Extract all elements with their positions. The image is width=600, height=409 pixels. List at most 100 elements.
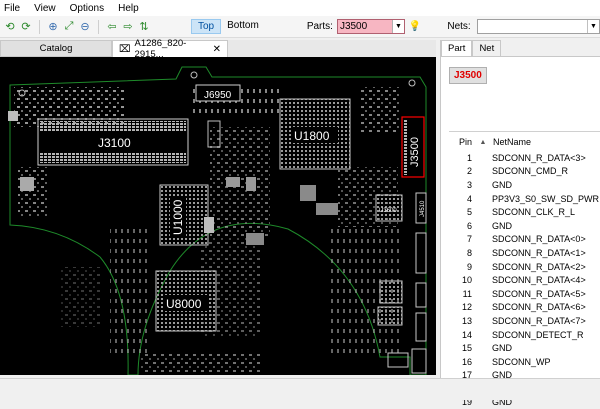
column-netname[interactable]: NetName <box>493 137 531 147</box>
parts-search-input[interactable]: J3500 ▼ <box>336 19 405 34</box>
net-name: SDCONN_R_DATA<7> <box>492 315 586 326</box>
pin-table: 1 SDCONN_R_DATA<3> 2 SDCONN_CMD_R 3 GND 4 PP3V3… <box>449 151 600 409</box>
label-u1800: U1800 <box>294 129 330 143</box>
table-row[interactable]: 11 SDCONN_R_DATA<5> <box>449 287 600 301</box>
back-icon[interactable]: ⇦ <box>105 20 119 34</box>
side-bottom-button[interactable]: Bottom <box>221 19 265 34</box>
menu-options[interactable]: Options <box>70 3 104 14</box>
table-row[interactable]: 16 SDCONN_WP <box>449 355 600 369</box>
table-row[interactable]: 9 SDCONN_R_DATA<2> <box>449 260 600 274</box>
net-name: SDCONN_CMD_R <box>492 166 569 177</box>
net-name: SDCONN_R_DATA<5> <box>492 288 586 299</box>
selected-part-badge: J3500 <box>449 67 487 84</box>
table-row[interactable]: 15 GND <box>449 341 600 355</box>
column-pin[interactable]: Pin <box>449 137 473 147</box>
menu-view[interactable]: View <box>34 3 56 14</box>
table-row[interactable]: 12 SDCONN_R_DATA<6> <box>449 301 600 315</box>
pin-number: 5 <box>466 207 472 218</box>
table-row[interactable]: 13 SDCONN_R_DATA<7> <box>449 314 600 328</box>
net-name: SDCONN_R_DATA<4> <box>492 275 586 286</box>
tab-catalog-label: Catalog <box>39 43 73 54</box>
net-name: GND <box>492 343 512 354</box>
forward-icon[interactable]: ⇨ <box>121 20 135 34</box>
label-j6950: J6950 <box>204 90 232 101</box>
pin-number: 9 <box>466 261 472 272</box>
label-u3600: U3600 <box>379 208 397 214</box>
net-name: GND <box>492 220 512 231</box>
toolbar-divider <box>39 19 40 34</box>
part-info-panel: Part Net J3500 Pin ▲ NetName 1 SDCONN_R_D… <box>440 40 600 407</box>
table-row[interactable]: 2 SDCONN_CMD_R <box>449 165 600 179</box>
label-j4510: J4510 <box>420 200 426 217</box>
menu-help[interactable]: Help <box>118 3 139 14</box>
chevron-down-icon[interactable]: ▼ <box>587 20 599 33</box>
zoom-out-icon[interactable]: ⊖ <box>78 20 92 34</box>
close-icon[interactable]: ✕ <box>213 44 221 55</box>
pin-number: 8 <box>466 247 472 258</box>
status-bar <box>0 378 600 400</box>
net-name: GND <box>492 179 512 190</box>
net-name: PP3V3_S0_SW_SD_PWR <box>492 193 600 204</box>
flip-icon[interactable]: ⇅ <box>137 20 151 34</box>
net-name: SDCONN_R_DATA<1> <box>492 247 586 258</box>
net-name: SDCONN_WP <box>492 356 551 367</box>
side-top-button[interactable]: Top <box>191 19 222 34</box>
chevron-down-icon[interactable]: ▼ <box>391 20 404 33</box>
side-toggle: Top Bottom <box>191 19 265 34</box>
table-row[interactable]: 1 SDCONN_R_DATA<3> <box>449 151 600 165</box>
net-name: SDCONN_DETECT_R <box>492 329 584 340</box>
refresh-right-icon[interactable]: ⟳ <box>19 20 33 34</box>
pin-number: 12 <box>461 302 472 313</box>
lightbulb-icon[interactable]: 💡 <box>409 21 421 32</box>
pin-icon[interactable]: ⌧ <box>119 44 131 55</box>
net-name: SDCONN_R_DATA<2> <box>492 261 586 272</box>
pin-number: 15 <box>461 343 472 354</box>
table-row[interactable]: 5 SDCONN_CLK_R_L <box>449 205 600 219</box>
table-row[interactable]: 8 SDCONN_R_DATA<1> <box>449 246 600 260</box>
sort-up-icon[interactable]: ▲ <box>473 139 493 146</box>
board-view[interactable]: J3100 J6950 U1800 J3500 U1000 U8000 U360… <box>0 57 436 375</box>
table-row[interactable]: 14 SDCONN_DETECT_R <box>449 328 600 342</box>
board-canvas[interactable]: J3100 J6950 U1800 J3500 U1000 U8000 U360… <box>0 57 436 375</box>
menu-bar: File View Options Help <box>0 0 600 16</box>
menu-file[interactable]: File <box>4 3 20 14</box>
pin-number: 11 <box>462 288 472 299</box>
zoom-in-icon[interactable]: ⊕ <box>46 20 60 34</box>
nets-search-input[interactable]: ▼ <box>476 19 600 34</box>
pin-number: 1 <box>466 152 472 163</box>
net-name: SDCONN_CLK_R_L <box>492 207 576 218</box>
tab-board[interactable]: ⌧ A1286_820-2915... ✕ <box>112 38 228 60</box>
nets-label: Nets: <box>447 21 471 32</box>
pin-table-header: Pin ▲ NetName <box>449 135 600 149</box>
table-row[interactable]: 3 GND <box>449 178 600 192</box>
toolbar: ⟲ ⟳ ⊕ ⤢ ⊖ ⇦ ⇨ ⇅ Top Bottom Parts: J3500 … <box>0 16 600 38</box>
tab-part[interactable]: Part <box>441 40 473 56</box>
panel-tabs: Part Net <box>441 40 600 57</box>
pin-number: 2 <box>466 166 472 177</box>
label-u1000: U1000 <box>171 199 185 235</box>
table-row[interactable]: 4 PP3V3_S0_SW_SD_PWR <box>449 192 600 206</box>
fit-icon[interactable]: ⤢ <box>62 20 76 34</box>
parts-search-value: J3500 <box>339 21 368 32</box>
parts-label: Parts: <box>306 21 333 32</box>
divider <box>449 131 600 132</box>
pin-number: 16 <box>461 356 472 367</box>
table-row[interactable]: 7 SDCONN_R_DATA<0> <box>449 233 600 247</box>
tab-net[interactable]: Net <box>472 40 502 56</box>
label-j3500: J3500 <box>409 137 421 167</box>
label-j3100: J3100 <box>98 136 131 150</box>
pin-number: 7 <box>466 234 472 245</box>
toolbar-divider <box>98 19 99 34</box>
pin-number: 13 <box>461 315 472 326</box>
pin-number: 14 <box>461 329 472 340</box>
document-tabs: Catalog ⌧ A1286_820-2915... ✕ <box>0 38 436 60</box>
pin-number: 3 <box>466 179 472 190</box>
net-name: SDCONN_R_DATA<6> <box>492 302 586 313</box>
tab-catalog[interactable]: Catalog <box>0 40 112 57</box>
pin-number: 6 <box>466 220 472 231</box>
refresh-left-icon[interactable]: ⟲ <box>3 20 17 34</box>
table-row[interactable]: 6 GND <box>449 219 600 233</box>
net-name: SDCONN_R_DATA<3> <box>492 152 586 163</box>
table-row[interactable]: 10 SDCONN_R_DATA<4> <box>449 273 600 287</box>
net-name: SDCONN_R_DATA<0> <box>492 234 586 245</box>
